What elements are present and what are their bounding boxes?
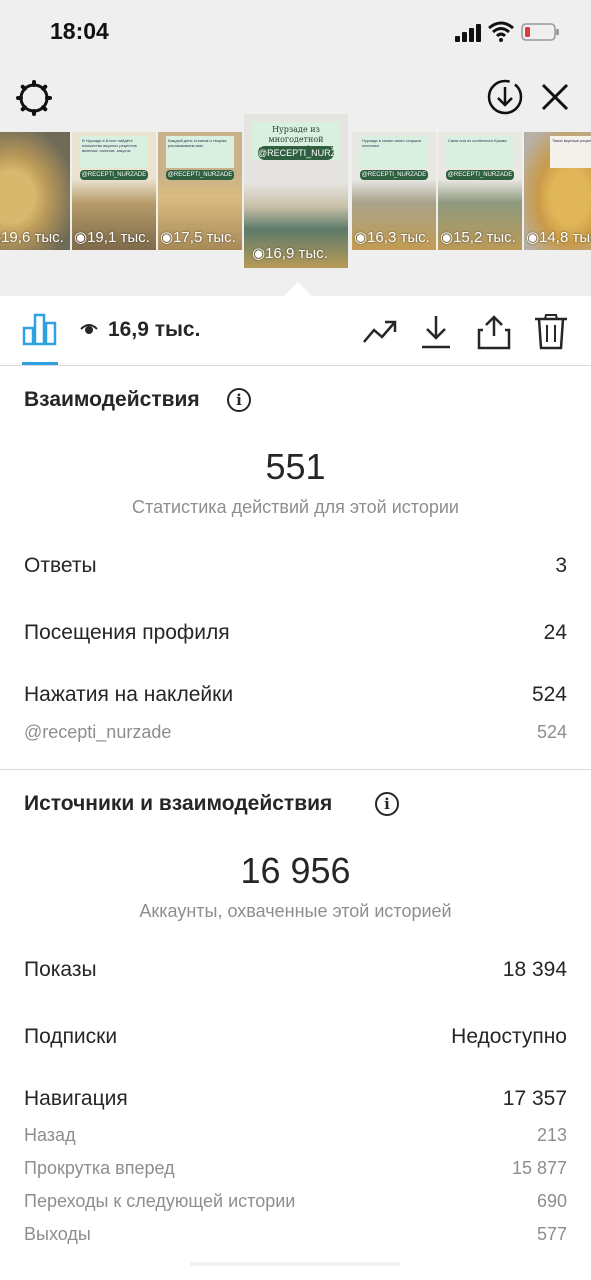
trend-icon[interactable] <box>362 314 398 348</box>
scroll-indicator[interactable] <box>190 1262 400 1266</box>
thumbnail-card-text: Нурзаде в семье свято старших почитают <box>360 136 428 168</box>
section-divider <box>0 769 591 770</box>
stat-label: Назад <box>24 1125 76 1145</box>
thumbnail-views: ◉19,6 тыс. <box>0 229 64 246</box>
story-thumbnail-selected[interactable]: Нурзаде из многодетной семьи, где было 7… <box>244 114 348 268</box>
stat-label: Ответы <box>24 554 97 577</box>
gear-icon[interactable] <box>14 78 54 118</box>
interactions-subtitle: Статистика действий для этой истории <box>132 497 459 517</box>
stat-label: Переходы к следующей истории <box>24 1191 296 1211</box>
stat-value: 524 <box>531 683 567 706</box>
stat-value: 3 <box>555 554 567 577</box>
stat-value: 17 357 <box>502 1087 567 1110</box>
stat-value: 18 394 <box>502 958 567 981</box>
stat-label: @recepti_nurzade <box>24 722 172 742</box>
thumbnail-views: ◉15,2 тыс. <box>440 229 516 246</box>
eye-icon <box>80 324 98 334</box>
thumbnail-tag: @RECEPTI_NURZADE <box>166 170 234 180</box>
thumbnail-card-text: Сама она из солнечного Крыма <box>446 136 514 168</box>
thumbnail-tag: @RECEPTI_NURZADE <box>446 170 514 180</box>
stat-value: 24 <box>543 621 567 644</box>
stat-value: 577 <box>536 1224 567 1244</box>
stat-label: Прокрутка вперед <box>24 1158 175 1178</box>
thumbnail-tag: @RECEPTI_NURZADE <box>80 170 148 180</box>
story-thumbnail[interactable]: Нурзаде в семье свято старших почитают @… <box>352 132 436 250</box>
story-thumbnail[interactable]: ◉19,6 тыс. <box>0 132 70 250</box>
signal-icon <box>455 24 481 42</box>
stat-label: Навигация <box>24 1087 128 1110</box>
stat-value: 15 877 <box>511 1158 567 1178</box>
story-thumbnail[interactable]: В Нурзаде в Блоге найдёте множество вкус… <box>72 132 156 250</box>
stat-value: 524 <box>536 722 567 742</box>
bar-chart-icon[interactable] <box>22 312 58 346</box>
active-tab-indicator <box>22 362 58 365</box>
reach-subtitle: Аккаунты, охваченные этой историей <box>139 901 452 921</box>
interactions-total: 551 <box>265 446 326 487</box>
thumbnail-views: ◉17,5 тыс. <box>160 229 236 246</box>
story-thumbnails: ◉19,6 тыс. В Нурзаде в Блоге найдёте мно… <box>0 114 591 272</box>
info-icon[interactable]: i <box>375 792 399 816</box>
thumbnail-card-text: Такие вкусные рецепты <box>550 136 591 168</box>
close-icon[interactable] <box>540 82 570 112</box>
stat-label: Показы <box>24 958 97 981</box>
thumbnail-card-text: В Нурзаде в Блоге найдёте множество вкус… <box>80 136 148 168</box>
status-time: 18:04 <box>50 18 109 44</box>
share-icon[interactable] <box>477 314 511 350</box>
trash-icon[interactable] <box>534 314 568 350</box>
story-thumbnail[interactable]: Каждый день готовим и творим, рассказыва… <box>158 132 242 250</box>
battery-icon <box>521 23 559 41</box>
stat-value: Недоступно <box>451 1025 567 1048</box>
status-bar: 18:04 <box>0 0 591 64</box>
views-total: 16,9 тыс. <box>108 318 201 341</box>
thumbnail-tag: @RECEPTI_NURZADE <box>360 170 428 180</box>
story-thumbnail[interactable]: Такие вкусные рецепты ◉14,8 тыс. <box>524 132 591 250</box>
stat-label: Подписки <box>24 1025 118 1048</box>
selection-pointer <box>284 282 312 296</box>
stat-label: Выходы <box>24 1224 91 1244</box>
thumbnail-views: ◉19,1 тыс. <box>74 229 150 246</box>
thumbnail-tag: @RECEPTI_NURZADE <box>258 146 334 160</box>
thumbnail-views: ◉16,3 тыс. <box>354 229 430 246</box>
stat-value: 213 <box>536 1125 567 1145</box>
stat-label: Посещения профиля <box>24 621 230 644</box>
wifi-icon <box>488 21 514 42</box>
info-icon[interactable]: i <box>227 388 251 412</box>
stat-label: Нажатия на наклейки <box>24 683 234 706</box>
download-circle-icon[interactable] <box>486 78 524 116</box>
thumbnail-views: ◉16,9 тыс. <box>252 245 328 262</box>
thumbnail-card-text: Каждый день готовим и творим, рассказыва… <box>166 136 234 168</box>
stat-value: 690 <box>536 1191 567 1211</box>
reach-total: 16 956 <box>240 850 351 891</box>
thumbnail-views: ◉14,8 тыс. <box>526 229 591 246</box>
discovery-title: Источники и взаимодействия <box>24 792 333 815</box>
story-thumbnail[interactable]: Сама она из солнечного Крыма @RECEPTI_NU… <box>438 132 522 250</box>
download-icon[interactable] <box>420 314 452 350</box>
interactions-title: Взаимодействия <box>24 388 200 411</box>
insights-toolbar: 16,9 тыс. <box>0 296 591 366</box>
